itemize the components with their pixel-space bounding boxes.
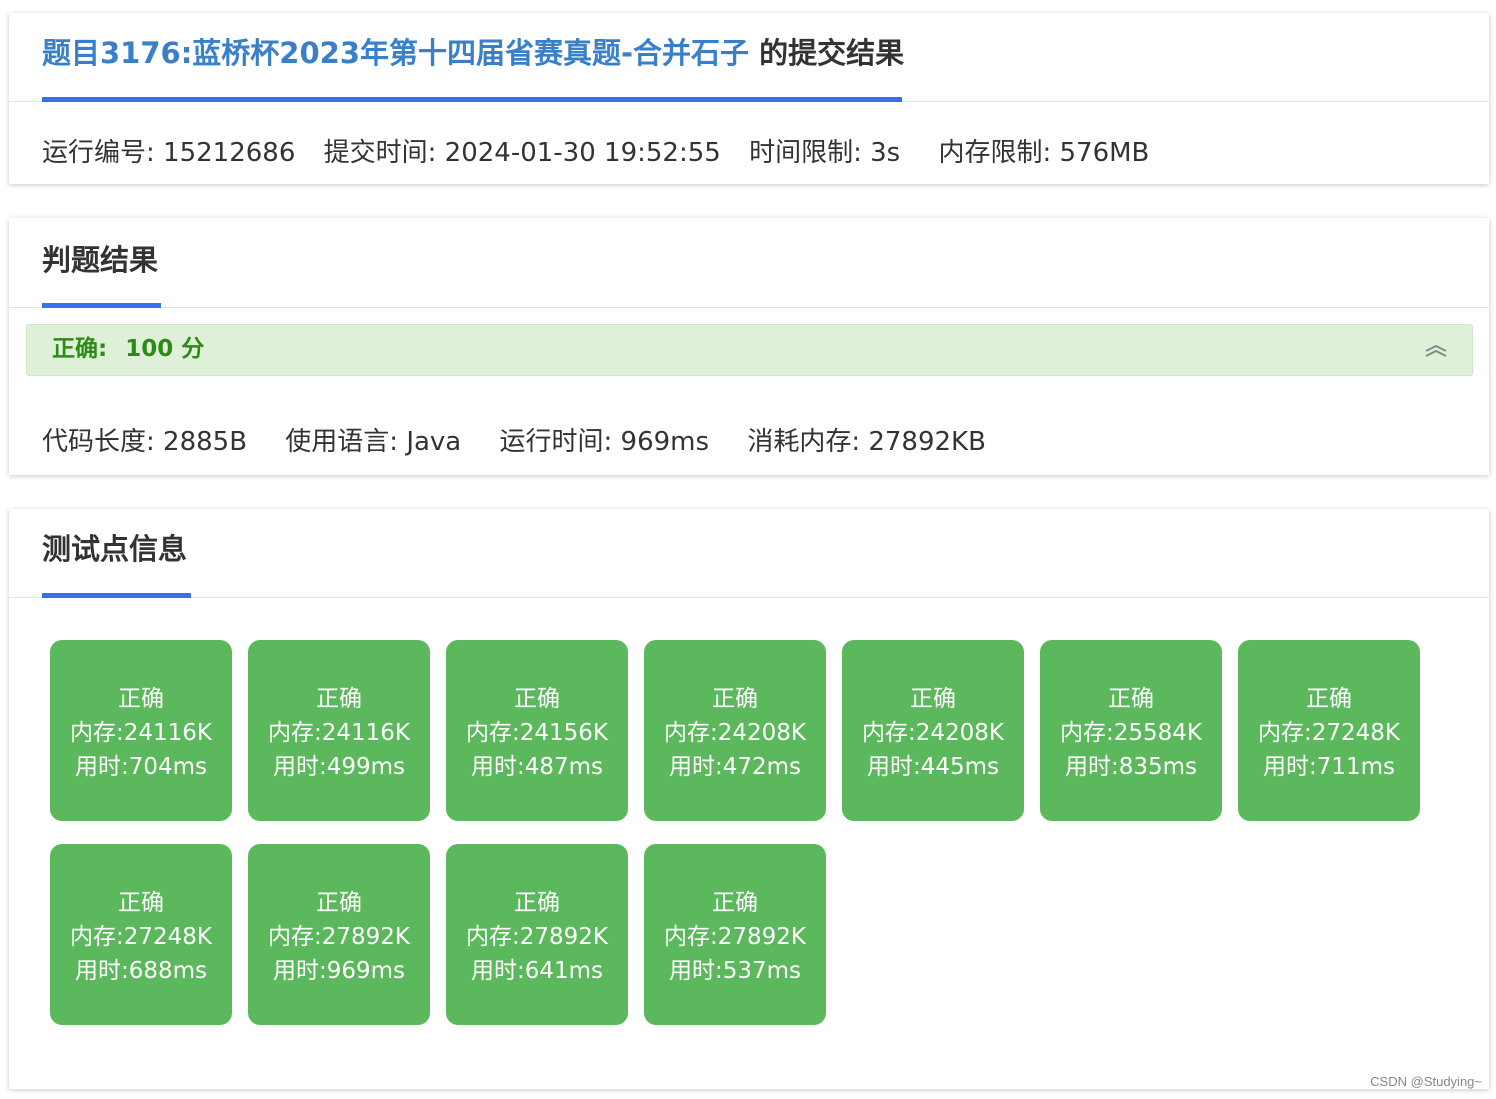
test-time: 用时:499ms — [272, 754, 406, 780]
run-time: 运行时间: 969ms — [499, 427, 710, 457]
result-status-bar[interactable]: 正确: 100 分 — [26, 324, 1473, 376]
test-status: 正确 — [316, 686, 362, 712]
test-memory: 内存:27892K — [466, 924, 608, 950]
test-memory: 内存:24156K — [466, 720, 608, 746]
test-status: 正确 — [712, 890, 758, 916]
watermark: CSDN @Studying~ — [1370, 1074, 1482, 1089]
score-value: 100 分 — [125, 336, 205, 362]
memory-used: 消耗内存: 27892KB — [747, 427, 986, 457]
time-limit: 时间限制: 3s — [749, 138, 901, 168]
test-point-tile[interactable]: 正确 内存:27248K 用时:688ms — [50, 844, 232, 1025]
test-time: 用时:711ms — [1262, 754, 1396, 780]
submit-time: 提交时间: 2024-01-30 19:52:55 — [323, 138, 721, 168]
test-points-card: 测试点信息 正确 内存:24116K 用时:704ms 正确 内存:24116K… — [9, 509, 1489, 1089]
test-memory: 内存:24208K — [862, 720, 1004, 746]
test-time: 用时:641ms — [470, 958, 604, 984]
test-memory: 内存:24116K — [268, 720, 410, 746]
test-status: 正确 — [1306, 686, 1352, 712]
submission-meta: 运行编号: 15212686 提交时间: 2024-01-30 19:52:55… — [42, 137, 1169, 169]
test-memory: 内存:24116K — [70, 720, 212, 746]
test-memory: 内存:24208K — [664, 720, 806, 746]
test-point-tile[interactable]: 正确 内存:24208K 用时:472ms — [644, 640, 826, 821]
test-time: 用时:704ms — [74, 754, 208, 780]
test-status: 正确 — [514, 686, 560, 712]
test-point-tile[interactable]: 正确 内存:24208K 用时:445ms — [842, 640, 1024, 821]
test-point-tile[interactable]: 正确 内存:24156K 用时:487ms — [446, 640, 628, 821]
code-length: 代码长度: 2885B — [42, 427, 248, 457]
test-time: 用时:445ms — [866, 754, 1000, 780]
test-title-underline — [42, 593, 191, 598]
test-points-header: 测试点信息 — [9, 509, 1489, 598]
page-title: 题目3176:蓝桥杯2023年第十四届省赛真题-合并石子 的提交结果 — [42, 35, 904, 71]
title-suffix: 的提交结果 — [749, 36, 905, 70]
test-status: 正确 — [910, 686, 956, 712]
title-underline — [42, 97, 902, 102]
test-point-tile[interactable]: 正确 内存:27892K 用时:641ms — [446, 844, 628, 1025]
problem-link[interactable]: 题目3176:蓝桥杯2023年第十四届省赛真题-合并石子 — [42, 36, 749, 70]
test-memory: 内存:25584K — [1060, 720, 1202, 746]
test-point-tile[interactable]: 正确 内存:24116K 用时:704ms — [50, 640, 232, 821]
test-point-tile[interactable]: 正确 内存:27892K 用时:537ms — [644, 844, 826, 1025]
test-time: 用时:537ms — [668, 958, 802, 984]
test-point-tile[interactable]: 正确 内存:27248K 用时:711ms — [1238, 640, 1420, 821]
judge-result-card: 判题结果 正确: 100 分 代码长度: 2885B 使用语言: Java 运行时… — [9, 218, 1489, 475]
test-memory: 内存:27248K — [70, 924, 212, 950]
test-status: 正确 — [514, 890, 560, 916]
submission-card: 题目3176:蓝桥杯2023年第十四届省赛真题-合并石子 的提交结果 运行编号:… — [9, 13, 1489, 184]
judge-title-underline — [42, 303, 161, 308]
test-point-tile[interactable]: 正确 内存:25584K 用时:835ms — [1040, 640, 1222, 821]
memory-limit: 内存限制: 576MB — [938, 138, 1150, 168]
judge-meta: 代码长度: 2885B 使用语言: Java 运行时间: 969ms 消耗内存:… — [42, 426, 1006, 458]
test-points-title: 测试点信息 — [42, 532, 188, 566]
status-label: 正确: — [52, 336, 108, 362]
test-memory: 内存:27892K — [664, 924, 806, 950]
test-time: 用时:835ms — [1064, 754, 1198, 780]
test-point-tile[interactable]: 正确 内存:24116K 用时:499ms — [248, 640, 430, 821]
test-memory: 内存:27248K — [1258, 720, 1400, 746]
submission-card-header: 题目3176:蓝桥杯2023年第十四届省赛真题-合并石子 的提交结果 — [9, 13, 1489, 102]
chevron-double-up-icon[interactable] — [1424, 343, 1448, 359]
test-time: 用时:472ms — [668, 754, 802, 780]
test-time: 用时:688ms — [74, 958, 208, 984]
test-status: 正确 — [316, 890, 362, 916]
test-status: 正确 — [118, 686, 164, 712]
judge-result-title: 判题结果 — [42, 243, 159, 277]
test-memory: 内存:27892K — [268, 924, 410, 950]
language: 使用语言: Java — [285, 427, 462, 457]
judge-result-header: 判题结果 — [9, 218, 1489, 308]
test-point-tile[interactable]: 正确 内存:27892K 用时:969ms — [248, 844, 430, 1025]
test-time: 用时:969ms — [272, 958, 406, 984]
run-id: 运行编号: 15212686 — [42, 138, 296, 168]
test-status: 正确 — [1108, 686, 1154, 712]
test-time: 用时:487ms — [470, 754, 604, 780]
test-status: 正确 — [118, 890, 164, 916]
test-status: 正确 — [712, 686, 758, 712]
result-status: 正确: 100 分 — [52, 334, 204, 364]
